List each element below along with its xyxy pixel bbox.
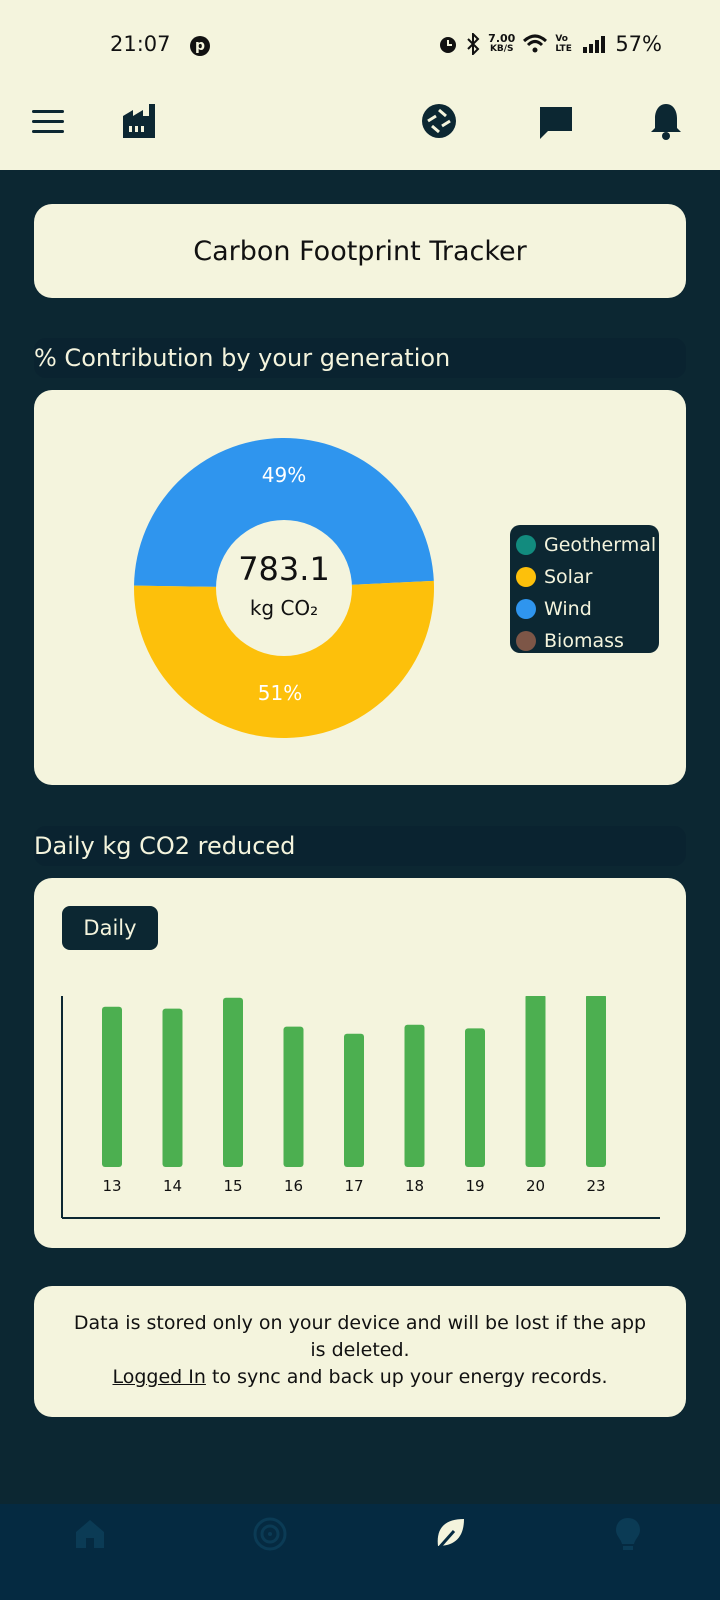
bar-day-20 [525, 996, 546, 1167]
factory-icon[interactable] [123, 104, 159, 138]
camera-shutter-icon[interactable] [421, 103, 457, 139]
bar-day-16 [283, 1026, 304, 1167]
pinterest-icon: p [190, 36, 210, 56]
network-speed: 7.00 KB/S [488, 33, 515, 55]
pie-label-wind: 49% [262, 463, 306, 487]
daily-heading: Daily kg CO2 reduced [34, 826, 686, 866]
legend-dot [516, 535, 536, 555]
volte-indicator: Vo LTE [555, 34, 572, 54]
x-tick-label: 23 [586, 1177, 605, 1195]
status-time: 21:07 [110, 32, 171, 56]
contribution-donut-chart: 49% 51% 783.1 kg CO₂ [134, 437, 435, 738]
target-icon[interactable] [252, 1516, 288, 1552]
x-tick-label: 13 [102, 1177, 121, 1195]
x-tick-label: 16 [284, 1177, 303, 1195]
x-tick-label: 17 [344, 1177, 363, 1195]
status-icons: 7.00 KB/S Vo LTE 57% [438, 32, 662, 56]
legend-item-solar: Solar [512, 561, 659, 593]
legend-dot [516, 567, 536, 587]
notice-login-line: Logged In to sync and back up your energ… [34, 1364, 686, 1391]
pie-label-solar: 51% [258, 681, 302, 705]
notice-text: Data is stored only on your device and w… [73, 1312, 647, 1361]
legend-item-geothermal: Geothermal [512, 529, 659, 561]
lightbulb-icon[interactable] [614, 1516, 642, 1554]
legend-label: Biomass [544, 630, 624, 652]
signal-icon [583, 36, 606, 53]
bell-icon[interactable] [650, 102, 682, 140]
home-icon[interactable] [72, 1516, 108, 1552]
notice-link-suffix: to sync and back up your energy records. [205, 1366, 608, 1388]
legend-item-wind: Wind [512, 593, 659, 625]
wifi-icon [523, 34, 548, 53]
bluetooth-icon [467, 33, 480, 55]
bar-day-23 [586, 996, 606, 1167]
legend-item-biomass: Biomass [512, 625, 659, 657]
alarm-icon [440, 37, 457, 53]
chat-icon[interactable] [538, 105, 574, 141]
contribution-heading: % Contribution by your generation [34, 338, 686, 378]
legend-label: Wind [544, 598, 592, 620]
top-app-bar: 21:07 p 7.00 KB/S Vo LTE 57% [0, 0, 720, 170]
bar-day-15 [223, 997, 243, 1167]
bar-day-18 [404, 1024, 425, 1167]
bar-day-14 [162, 1008, 183, 1167]
legend-label: Solar [544, 566, 593, 588]
bar-day-19 [465, 1028, 485, 1167]
battery-level: 57% [615, 32, 662, 56]
bar-day-17 [344, 1033, 364, 1167]
bottom-navigation [0, 1504, 720, 1600]
speed-value: 7.00 [488, 32, 516, 45]
legend-label: Geothermal [544, 534, 657, 556]
x-tick-label: 20 [526, 1177, 545, 1195]
x-tick-label: 18 [405, 1177, 424, 1195]
storage-notice: Data is stored only on your device and w… [34, 1286, 686, 1417]
x-tick-label: 19 [465, 1177, 484, 1195]
x-tick-label: 15 [223, 1177, 242, 1195]
menu-icon[interactable] [32, 110, 64, 134]
total-co2-unit: kg CO₂ [250, 596, 318, 620]
speed-unit: KB/S [489, 44, 514, 54]
bar-day-13 [102, 1006, 122, 1167]
legend-dot [516, 631, 536, 651]
daily-bar-chart: 13 14 15 16 17 18 19 20 23 [61, 996, 660, 1219]
page-title: Carbon Footprint Tracker [34, 204, 686, 298]
leaf-icon[interactable] [434, 1516, 468, 1552]
x-tick-label: 14 [163, 1177, 182, 1195]
chart-legend: Geothermal Solar Wind Biomass [510, 525, 659, 653]
daily-toggle-button[interactable]: Daily [62, 906, 158, 950]
donut-hole [216, 520, 352, 656]
legend-dot [516, 599, 536, 619]
total-co2-value: 783.1 [238, 550, 330, 588]
login-link[interactable]: Logged In [112, 1366, 205, 1388]
